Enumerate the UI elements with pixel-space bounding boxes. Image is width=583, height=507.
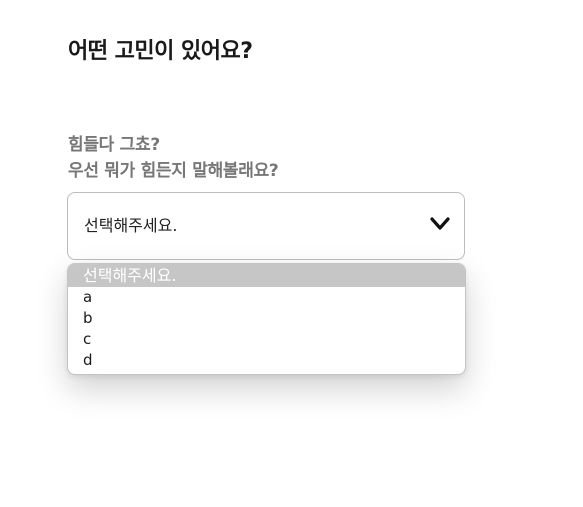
select-current-value: 선택해주세요. [84, 216, 178, 235]
page-title: 어떤 고민이 있어요? [68, 39, 253, 64]
concern-select[interactable]: 선택해주세요. [67, 192, 465, 260]
question-line-2: 우선 뭐가 힘든지 말해볼래요? [68, 161, 279, 181]
question-line-1: 힘들다 그쵸? [68, 135, 160, 155]
option-placeholder[interactable]: 선택해주세요. [68, 264, 465, 287]
chevron-down-icon[interactable] [430, 217, 450, 231]
page: 어떤 고민이 있어요? 힘들다 그쵸? 우선 뭐가 힘든지 말해볼래요? 선택해… [0, 0, 583, 507]
option-c[interactable]: c [68, 329, 465, 350]
option-b[interactable]: b [68, 308, 465, 329]
option-a[interactable]: a [68, 287, 465, 308]
question-text: 힘들다 그쵸? 우선 뭐가 힘든지 말해볼래요? [68, 132, 279, 184]
option-d[interactable]: d [68, 350, 465, 371]
select-dropdown-list: 선택해주세요. a b c d [67, 263, 466, 375]
